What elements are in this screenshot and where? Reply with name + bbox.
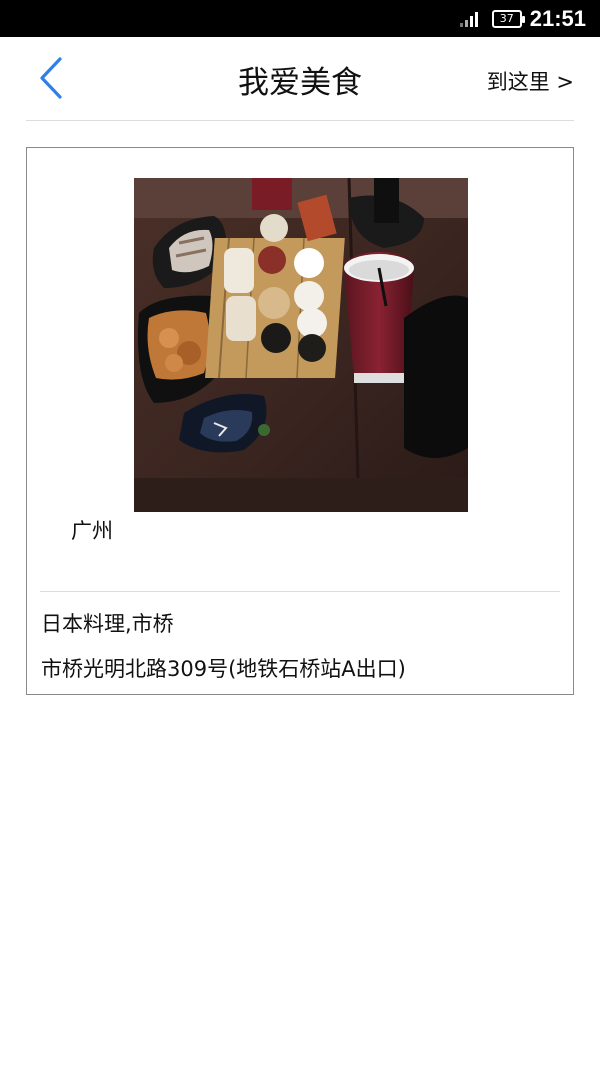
status-clock: 21:51 bbox=[529, 5, 586, 31]
battery-icon: 37 bbox=[491, 9, 525, 28]
city-label: 广州 bbox=[71, 519, 113, 543]
restaurant-name: 日本料理,市桥 bbox=[41, 612, 174, 636]
nav-bar: 我爱美食 到这里 > bbox=[0, 37, 600, 121]
go-here-link[interactable]: 到这里 > bbox=[487, 66, 574, 96]
restaurant-address: 市桥光明北路309号(地铁石桥站A出口) bbox=[41, 657, 406, 681]
signal-icon bbox=[459, 11, 482, 27]
status-bar: 37 21:51 bbox=[0, 0, 600, 37]
battery-level: 37 bbox=[499, 11, 514, 25]
card-divider bbox=[40, 591, 560, 592]
header-divider bbox=[26, 120, 574, 121]
restaurant-card[interactable]: 广州 日本料理,市桥 市桥光明北路309号(地铁石桥站A出口) bbox=[26, 147, 574, 695]
food-photo bbox=[134, 178, 468, 512]
